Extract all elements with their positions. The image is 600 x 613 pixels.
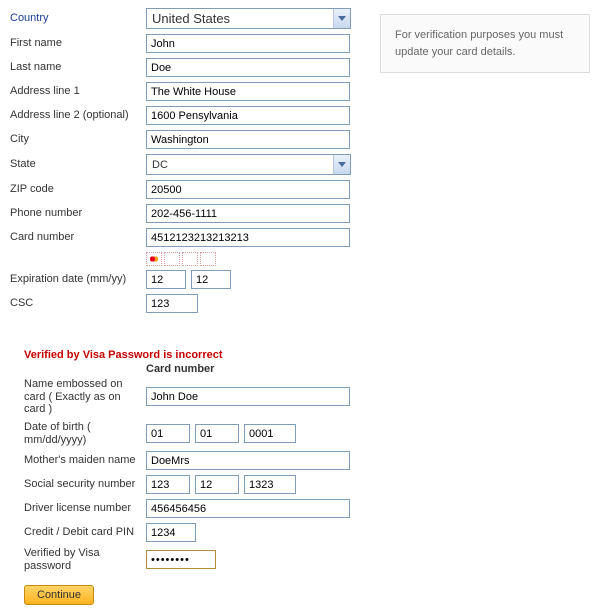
name-on-card-label: Name embossed on card ( Exactly as on ca… [24, 378, 146, 416]
csc-field[interactable] [146, 294, 198, 313]
name-on-card-field[interactable] [146, 387, 350, 406]
state-select[interactable]: DC [146, 154, 351, 175]
verification-notice: For verification purposes you must updat… [380, 14, 590, 73]
vbv-label: Verified by Visa password [24, 547, 146, 572]
last-name-label: Last name [10, 61, 146, 74]
country-select[interactable]: United States [146, 8, 351, 29]
mmn-field[interactable] [146, 451, 350, 470]
ssn-b-field[interactable] [195, 475, 239, 494]
city-field[interactable] [146, 130, 350, 149]
zip-label: ZIP code [10, 183, 146, 196]
billing-form: Country United States First name Last na… [10, 8, 370, 605]
state-select-value: DC [152, 159, 168, 171]
csc-label: CSC [10, 297, 146, 310]
dob-label: Date of birth ( mm/dd/yyyy) [24, 421, 146, 446]
vbv-error: Verified by Visa Password is incorrect [24, 349, 370, 361]
ssn-c-field[interactable] [244, 475, 296, 494]
city-label: City [10, 133, 146, 146]
country-label: Country [10, 12, 146, 25]
ssn-label: Social security number [24, 478, 146, 491]
expiration-label: Expiration date (mm/yy) [10, 273, 146, 286]
chevron-down-icon [333, 155, 350, 174]
state-label: State [10, 158, 146, 171]
pin-label: Credit / Debit card PIN [24, 526, 146, 539]
mastercard-icon [146, 252, 162, 266]
address2-label: Address line 2 (optional) [10, 109, 146, 122]
dob-dd-field[interactable] [195, 424, 239, 443]
address1-label: Address line 1 [10, 85, 146, 98]
card-icon [200, 252, 216, 266]
card-brand-icons [146, 252, 370, 266]
first-name-field[interactable] [146, 34, 350, 53]
address1-field[interactable] [146, 82, 350, 101]
dl-label: Driver license number [24, 502, 146, 515]
mmn-label: Mother's maiden name [24, 454, 146, 467]
dob-mm-field[interactable] [146, 424, 190, 443]
card-number-field[interactable] [146, 228, 350, 247]
zip-field[interactable] [146, 180, 350, 199]
first-name-label: First name [10, 37, 146, 50]
ssn-a-field[interactable] [146, 475, 190, 494]
continue-button[interactable]: Continue [24, 585, 94, 605]
card-label: Card number [10, 231, 146, 244]
pin-field[interactable] [146, 523, 196, 542]
dob-yyyy-field[interactable] [244, 424, 296, 443]
dl-field[interactable] [146, 499, 350, 518]
last-name-field[interactable] [146, 58, 350, 77]
card-number-heading: Card number [146, 363, 370, 375]
chevron-down-icon [333, 9, 350, 28]
card-icon [182, 252, 198, 266]
address2-field[interactable] [146, 106, 350, 125]
country-select-value: United States [152, 11, 230, 26]
phone-field[interactable] [146, 204, 350, 223]
phone-label: Phone number [10, 207, 146, 220]
exp-mm-field[interactable] [146, 270, 186, 289]
card-icon [164, 252, 180, 266]
exp-yy-field[interactable] [191, 270, 231, 289]
vbv-password-field[interactable] [146, 550, 216, 569]
